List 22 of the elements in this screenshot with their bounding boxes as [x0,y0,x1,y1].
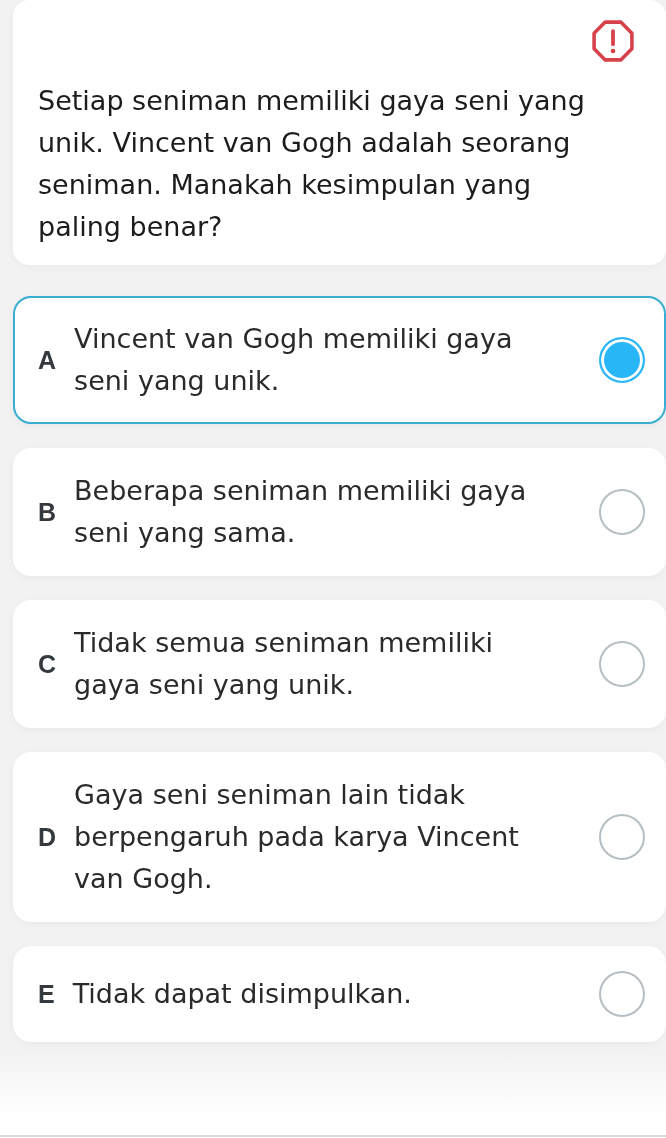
option-text: Tidak dapat disimpulkan. [72,977,413,1011]
question-text: Setiap seniman memiliki gaya seni yang unik. Vincent van Gogh adalah seorang seniman. Manakah kesimpulan yang paling benar? [38,84,586,244]
option-text: Vincent van Gogh memiliki gaya seni yang unik. [74,322,514,398]
answer-option[interactable]: A Vincent van Gogh memiliki gaya seni yang unik. [13,296,666,424]
warning-icon[interactable] [592,20,634,62]
option-letter: E [38,979,55,1009]
option-letter: B [38,497,57,527]
option-letter: C [38,649,57,679]
option-text: Tidak semua seniman memiliki gaya seni yang unik. [74,626,495,702]
option-text: Beberapa seniman memiliki gaya seni yang sama. [74,474,528,550]
radio-button[interactable] [599,337,645,383]
radio-button[interactable] [599,489,645,535]
radio-button[interactable] [599,971,645,1017]
radio-button[interactable] [599,814,645,860]
answer-option[interactable]: E Tidak dapat disimpulkan. [13,946,666,1042]
answer-option[interactable]: D Gaya seni seniman lain tidak berpengaruh pada karya Vincent van Gogh. [13,752,666,922]
answer-option[interactable]: C Tidak semua seniman memiliki gaya seni yang unik. [13,600,666,728]
answer-option[interactable]: B Beberapa seniman memiliki gaya seni yang sama. [13,448,666,576]
option-letter: D [38,822,57,852]
option-text: Gaya seni seniman lain tidak berpengaruh pada karya Vincent van Gogh. [74,778,520,896]
option-letter: A [38,345,57,375]
radio-button[interactable] [599,641,645,687]
